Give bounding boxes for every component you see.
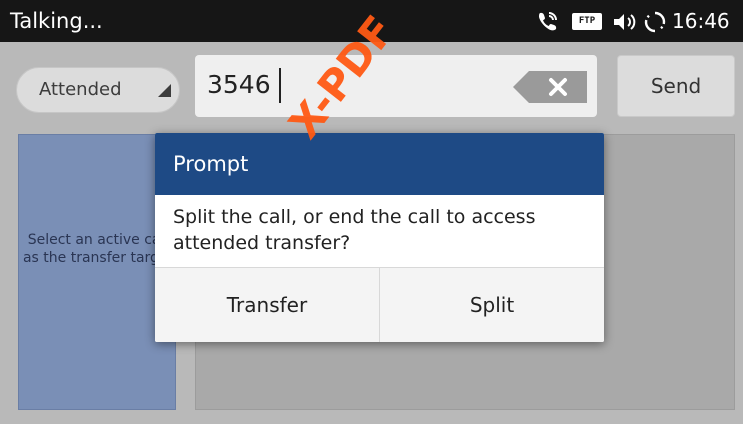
- dialog-header: Prompt: [155, 133, 604, 195]
- dialog-title: Prompt: [173, 152, 249, 176]
- phone-call-icon: [536, 10, 560, 36]
- call-status-title: Talking...: [10, 9, 103, 33]
- ftp-icon: FTP: [572, 13, 602, 30]
- volume-icon: [612, 12, 638, 36]
- transfer-button[interactable]: Transfer: [155, 268, 380, 342]
- sync-icon: [644, 11, 666, 37]
- prompt-dialog: Prompt Split the call, or end the call t…: [155, 133, 604, 342]
- dialog-actions: Transfer Split: [155, 267, 604, 342]
- clock: 16:46: [672, 9, 730, 33]
- dialog-message: Split the call, or end the call to acces…: [173, 206, 536, 254]
- split-button[interactable]: Split: [380, 268, 604, 342]
